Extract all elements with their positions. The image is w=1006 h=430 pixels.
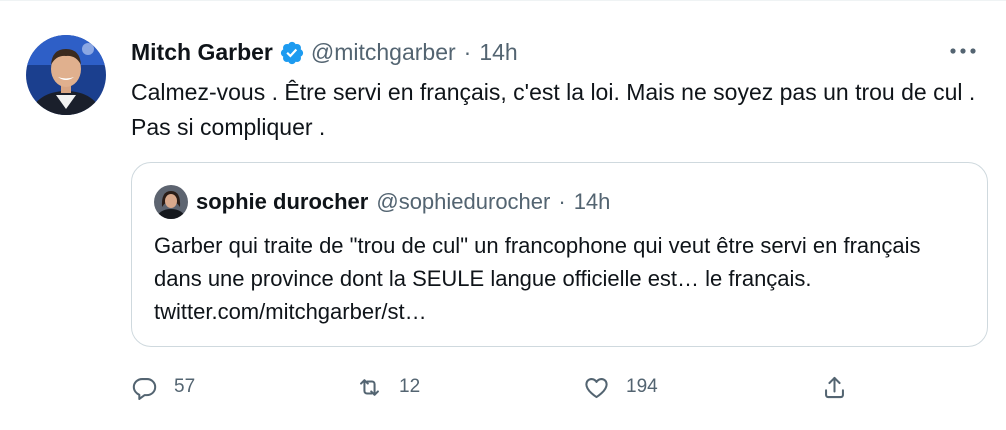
quoted-author-avatar [154, 185, 188, 219]
tweet-card[interactable]: Mitch Garber @mitchgarber · 14h Calmez-v… [0, 0, 1006, 430]
like-button[interactable]: 194 [583, 369, 658, 405]
share-icon [825, 376, 844, 398]
tweet-header: Mitch Garber @mitchgarber · 14h [131, 39, 518, 66]
reply-count: 57 [174, 376, 196, 397]
share-button[interactable] [821, 369, 848, 405]
reply-button[interactable]: 57 [131, 369, 195, 405]
author-avatar[interactable] [26, 35, 106, 115]
tweet-text: Calmez-vous . Être servi en français, c'… [131, 79, 976, 140]
quoted-tweet-text: Garber qui traite de "trou de cul" un fr… [154, 233, 921, 324]
tweet-timestamp[interactable]: 14h [479, 39, 517, 66]
quoted-tweet-header: sophie durocher @sophiedurocher · 14h [196, 189, 610, 215]
quoted-tweet-timestamp: 14h [573, 189, 611, 214]
quoted-header-separator: · [558, 189, 566, 214]
retweet-count: 12 [399, 376, 421, 397]
author-handle[interactable]: @mitchgarber [311, 39, 456, 66]
verified-badge-icon [280, 41, 303, 64]
like-count: 194 [626, 376, 658, 397]
more-dots-icon[interactable] [946, 39, 980, 63]
quoted-tweet[interactable]: sophie durocher @sophiedurocher · 14h Ga… [131, 162, 988, 347]
author-avatar-image [26, 35, 106, 115]
quoted-author-name: sophie durocher [196, 189, 369, 214]
retweet-button[interactable]: 12 [356, 369, 420, 405]
heart-icon [585, 377, 608, 398]
header-separator: · [463, 39, 472, 65]
quoted-author-handle: @sophiedurocher [376, 189, 551, 214]
quoted-avatar-image [154, 185, 188, 219]
reply-icon [132, 377, 157, 400]
tweet-actions: 57 12 194 [131, 369, 991, 405]
author-name[interactable]: Mitch Garber [131, 39, 273, 66]
retweet-icon [360, 378, 379, 396]
